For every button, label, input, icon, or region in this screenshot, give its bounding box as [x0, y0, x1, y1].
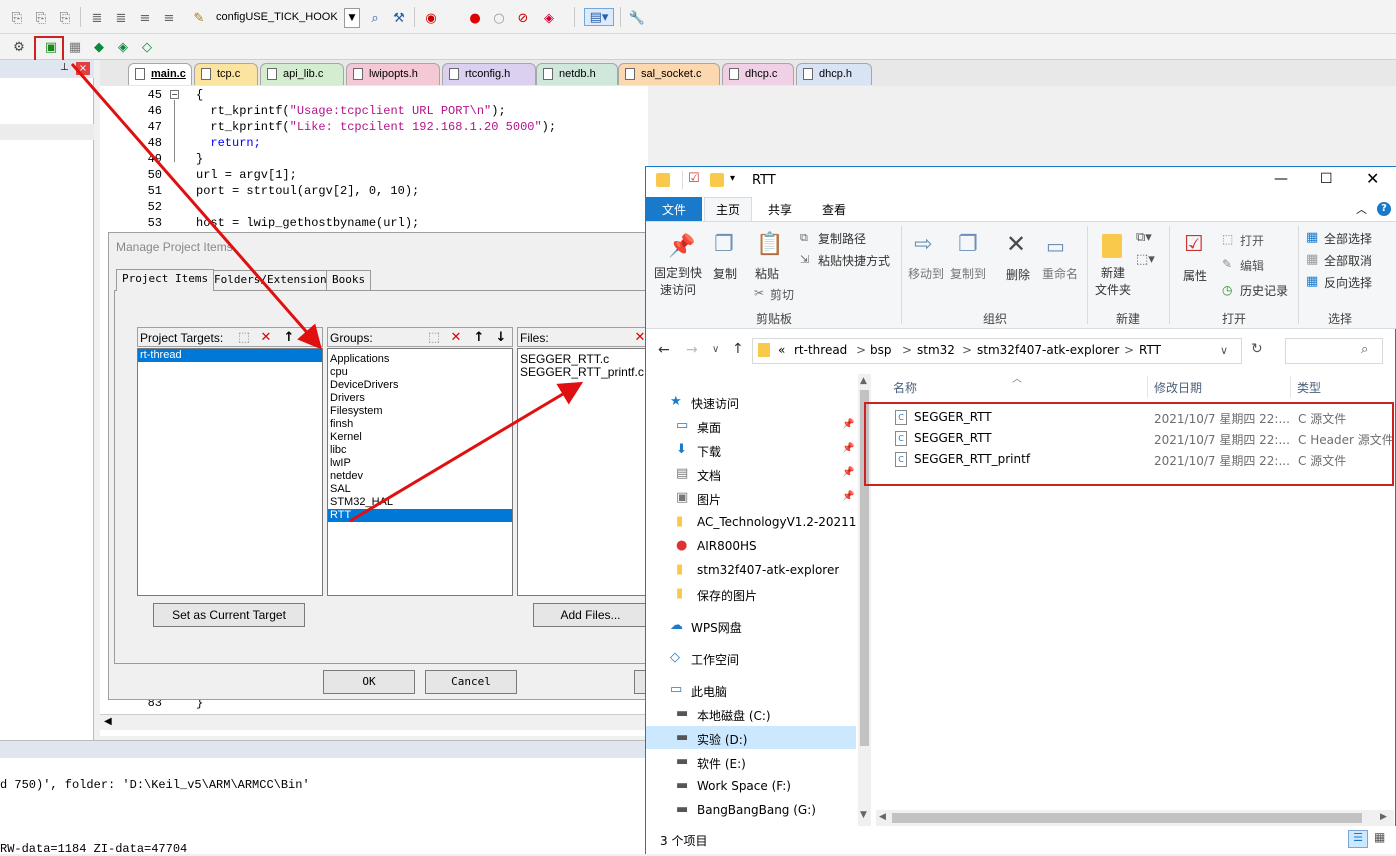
tab-project-items[interactable]: Project Items — [116, 269, 215, 291]
annotation-arrows — [70, 63, 584, 523]
arrow-to-files — [349, 381, 584, 523]
arrow-to-targets — [70, 63, 322, 350]
